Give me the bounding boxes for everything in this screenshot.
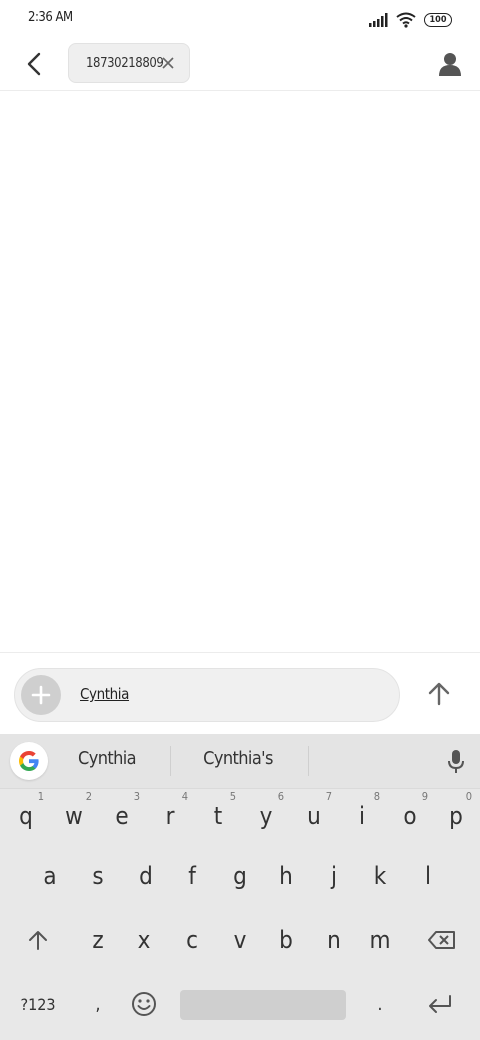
backspace-icon [428,931,455,949]
period-key[interactable]: . [356,976,404,1032]
key-row-2: a s d f g h j k l [0,848,480,904]
keyboard: Cynthia Cynthia's q1 w2 e3 r4 t5 y6 u7 i… [0,734,480,1040]
google-button[interactable] [10,742,48,780]
signal-icon [369,13,388,27]
key-i[interactable]: i8 [338,788,386,844]
recipient-chip[interactable]: 18730218809 [68,43,190,83]
status-bar: 2:36 AM 100 [0,0,480,38]
google-icon [19,751,39,771]
key-d[interactable]: d [122,848,170,904]
send-arrow-icon [428,682,450,706]
enter-key[interactable] [416,976,464,1032]
backspace-key[interactable] [418,912,466,968]
back-arrow-icon [27,52,41,76]
conversation-header: 18730218809 [0,38,480,91]
message-input[interactable]: Cynthia [14,668,400,722]
key-z[interactable]: z [74,912,122,968]
suggestion-strip: Cynthia Cynthia's [0,734,480,789]
compose-bar: Cynthia [0,652,480,735]
battery-indicator: 100 [424,13,452,27]
key-r[interactable]: r4 [146,788,194,844]
suggestion-divider [308,746,309,776]
emoji-key[interactable] [120,976,168,1032]
key-p[interactable]: p0 [434,788,478,844]
key-t[interactable]: t5 [194,788,242,844]
key-o[interactable]: o9 [386,788,434,844]
suggestion-2[interactable]: Cynthia's [190,748,286,769]
key-u[interactable]: u7 [290,788,338,844]
emoji-icon [132,992,156,1016]
key-q[interactable]: q1 [2,788,50,844]
key-b[interactable]: b [262,912,310,968]
key-a[interactable]: a [26,848,74,904]
key-j[interactable]: j [310,848,358,904]
key-m[interactable]: m [356,912,404,968]
space-bar[interactable] [180,990,346,1020]
remove-recipient-button[interactable] [159,54,177,72]
plus-icon [31,685,51,705]
key-s[interactable]: s [74,848,122,904]
send-button[interactable] [424,679,454,709]
key-y[interactable]: y6 [242,788,290,844]
key-h[interactable]: h [262,848,310,904]
key-l[interactable]: l [404,848,452,904]
key-row-1: q1 w2 e3 r4 t5 y6 u7 i8 o9 p0 [0,788,480,844]
key-v[interactable]: v [216,912,264,968]
key-x[interactable]: x [120,912,168,968]
shift-icon [29,931,47,950]
key-row-3: z x c v b n m [0,912,480,968]
enter-icon [429,995,451,1013]
close-icon [162,57,174,69]
key-f[interactable]: f [168,848,216,904]
contact-button[interactable] [436,50,464,78]
suggestion-1[interactable]: Cynthia [62,748,152,769]
key-k[interactable]: k [356,848,404,904]
key-g[interactable]: g [216,848,264,904]
status-time: 2:36 AM [28,10,73,25]
voice-input-button[interactable] [444,748,468,776]
key-c[interactable]: c [168,912,216,968]
status-icons: 100 [368,12,452,28]
wifi-icon [396,12,416,28]
mic-icon [448,750,464,773]
symbols-key[interactable]: ?123 [14,976,62,1032]
back-button[interactable] [20,50,48,78]
key-n[interactable]: n [310,912,358,968]
shift-key[interactable] [14,912,62,968]
key-w[interactable]: w2 [50,788,98,844]
attach-button[interactable] [21,675,61,715]
suggestion-divider [170,746,171,776]
recipient-number: 18730218809 [86,55,164,71]
key-e[interactable]: e3 [98,788,146,844]
comma-key[interactable]: , [74,976,122,1032]
message-text: Cynthia [80,685,130,703]
contact-icon [439,53,461,76]
